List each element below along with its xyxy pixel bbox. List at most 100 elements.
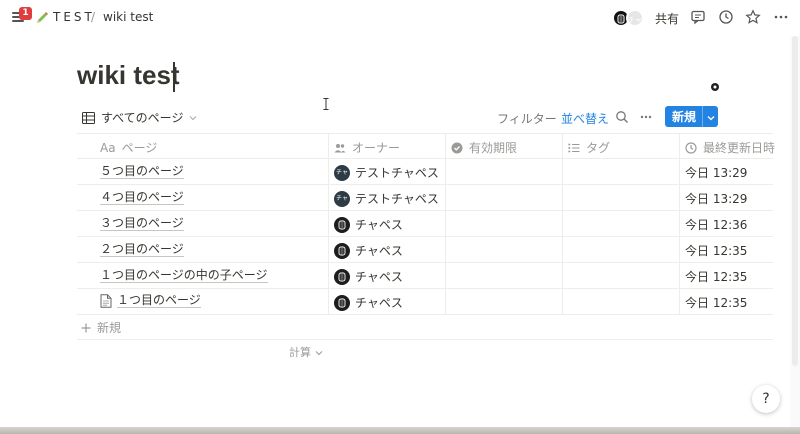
- table-row[interactable]: １つ目のページの中の子ページ: [100, 268, 268, 283]
- plus-icon: [81, 323, 91, 332]
- scrollbar[interactable]: [790, 36, 800, 434]
- row-owner[interactable]: チャペス: [334, 268, 403, 285]
- breadcrumb-page[interactable]: wiki test: [103, 10, 153, 24]
- table-row[interactable]: ３つ目のページ: [100, 216, 184, 231]
- table-icon: [82, 111, 95, 124]
- table-row[interactable]: ２つ目のページ: [100, 242, 184, 257]
- row-owner-name: テストチャペス: [355, 166, 439, 180]
- comment-icon[interactable]: [690, 9, 706, 25]
- chevron-down-icon: [315, 351, 322, 356]
- owner-avatar: [334, 216, 350, 233]
- column-header-expiry[interactable]: 有効期限: [451, 139, 517, 156]
- text-cursor: [173, 62, 175, 92]
- column-header-label: ページ: [121, 141, 158, 155]
- filter-button[interactable]: フィルター: [497, 110, 557, 127]
- chevron-down-icon: [190, 115, 197, 120]
- row-page-name[interactable]: １つ目のページ: [117, 293, 201, 308]
- column-divider: [562, 133, 563, 315]
- sort-button[interactable]: 並べ替え: [561, 110, 609, 127]
- row-border: [77, 314, 773, 315]
- notification-badge: 1: [19, 7, 32, 20]
- row-owner[interactable]: チャペス: [334, 242, 403, 259]
- column-header-page[interactable]: Aa ページ: [100, 139, 157, 156]
- list-icon: [568, 143, 580, 152]
- table-row[interactable]: ５つ目のページ: [100, 164, 184, 179]
- row-page-name[interactable]: １つ目のページの中の子ページ: [100, 268, 268, 283]
- add-row-button[interactable]: 新規: [81, 319, 121, 336]
- breadcrumb-workspace[interactable]: TEST: [53, 10, 95, 24]
- owner-avatar: チャ: [334, 164, 350, 181]
- view-more-icon[interactable]: [639, 110, 653, 124]
- more-icon[interactable]: [773, 9, 789, 25]
- add-row-label: 新規: [97, 321, 122, 335]
- row-border: [77, 184, 773, 185]
- row-border: [77, 210, 773, 211]
- view-name: すべてのページ: [101, 111, 184, 125]
- column-header-label: 有効期限: [469, 141, 518, 155]
- row-owner[interactable]: チャ テストチャペス: [334, 164, 439, 181]
- text-type-icon: Aa: [100, 140, 116, 155]
- row-owner[interactable]: チャ テストチャペス: [334, 190, 439, 207]
- column-header-updated[interactable]: 最終更新日時: [685, 139, 775, 156]
- column-header-label: オーナー: [352, 141, 401, 155]
- window-bottom-edge: [0, 427, 800, 434]
- column-header-label: 最終更新日時: [703, 141, 776, 155]
- page-title[interactable]: wiki test: [77, 60, 180, 91]
- row-owner-name: テストチャペス: [355, 192, 439, 206]
- share-button[interactable]: 共有: [655, 10, 679, 27]
- row-border: [77, 288, 773, 289]
- clock-icon[interactable]: [718, 9, 734, 25]
- help-button[interactable]: ?: [752, 385, 780, 413]
- column-header-owner[interactable]: オーナー: [334, 139, 400, 156]
- row-owner[interactable]: チャペス: [334, 216, 403, 233]
- people-icon: [334, 143, 346, 152]
- row-border: [77, 236, 773, 237]
- row-owner-name: チャペス: [355, 296, 403, 310]
- owner-avatar: [334, 294, 350, 311]
- row-page-name[interactable]: ２つ目のページ: [100, 242, 184, 257]
- row-owner-name: チャペス: [355, 270, 403, 284]
- row-updated: 今日 13:29: [685, 166, 748, 180]
- row-updated: 今日 12:35: [685, 296, 748, 310]
- clock-icon: [685, 141, 697, 154]
- calculate-button[interactable]: 計算: [289, 344, 323, 360]
- star-icon[interactable]: [745, 9, 761, 25]
- column-header-tag[interactable]: タグ: [568, 139, 610, 156]
- calculate-label: 計算: [289, 346, 311, 359]
- row-updated: 今日 12:35: [685, 244, 748, 258]
- row-updated: 今日 12:36: [685, 218, 748, 232]
- ibeam-cursor-icon: [323, 98, 329, 110]
- row-page-name[interactable]: ５つ目のページ: [100, 164, 184, 179]
- search-icon[interactable]: [615, 110, 629, 124]
- row-owner-name: チャペス: [355, 244, 403, 258]
- column-header-label: タグ: [586, 141, 611, 155]
- table-row[interactable]: １つ目のページ: [100, 293, 201, 308]
- column-divider: [328, 133, 329, 315]
- owner-avatar: チャ: [334, 190, 350, 207]
- row-border: [77, 262, 773, 263]
- new-button-label: 新規: [672, 110, 697, 124]
- avatar-secondary[interactable]: チャ: [626, 9, 644, 27]
- view-tab-all-pages[interactable]: すべてのページ: [82, 109, 197, 126]
- table-row[interactable]: ４つ目のページ: [100, 190, 184, 205]
- new-dropdown-chevron-icon[interactable]: [703, 110, 718, 124]
- header-border: [77, 158, 773, 159]
- row-updated: 今日 12:35: [685, 270, 748, 284]
- pencil-icon: [37, 12, 48, 23]
- document-icon: [100, 293, 112, 308]
- breadcrumb-separator: /: [91, 10, 96, 24]
- row-owner-name: チャペス: [355, 218, 403, 232]
- verified-icon: [451, 142, 463, 153]
- row-page-name[interactable]: ４つ目のページ: [100, 190, 184, 205]
- add-row-border: [77, 339, 773, 340]
- new-button[interactable]: 新規: [665, 106, 718, 127]
- column-divider: [445, 133, 446, 315]
- row-owner[interactable]: チャペス: [334, 294, 403, 311]
- row-updated: 今日 13:29: [685, 192, 748, 206]
- column-divider: [679, 133, 680, 315]
- owner-avatar: [334, 268, 350, 285]
- table-top-border: [77, 133, 773, 134]
- top-bar: 1 TEST / wiki test チャ 共有: [0, 0, 800, 36]
- row-page-name[interactable]: ３つ目のページ: [100, 216, 184, 231]
- settings-gear-icon[interactable]: [710, 82, 720, 92]
